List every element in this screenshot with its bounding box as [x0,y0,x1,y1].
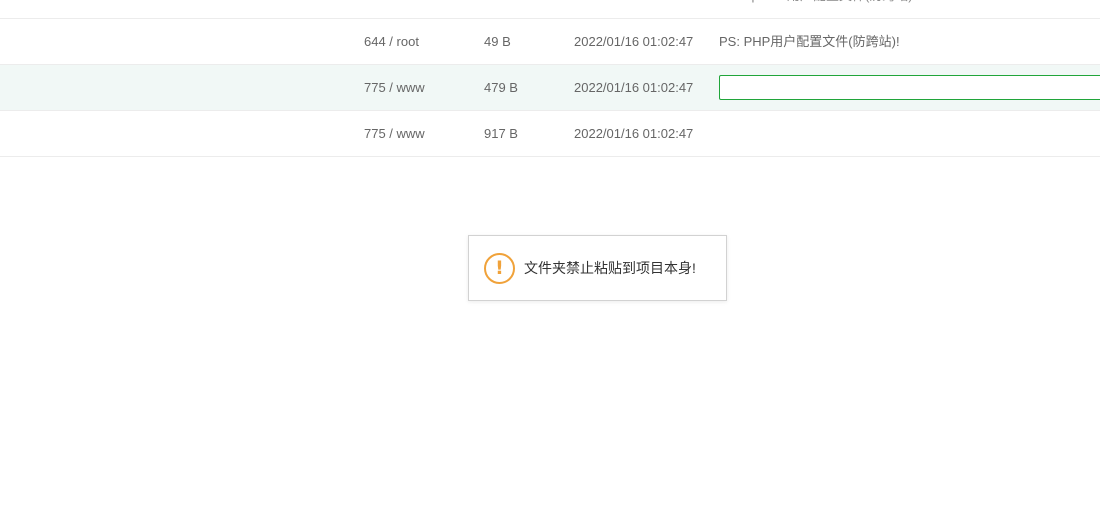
modified-time-cell: 2022/01/16 01:02:47 [574,34,694,49]
note-cell[interactable]: PS: Apache用户配置文件(防跨站) [719,0,913,18]
size-cell: 49 B [484,34,511,49]
table-row[interactable]: 644 / root 49 B 2022/01/16 01:02:47 PS: … [0,19,1100,65]
toast-text: 文件夹禁止粘贴到项目本身! [524,260,696,276]
warning-icon: ! [484,252,515,284]
note-cell[interactable]: PS: PHP用户配置文件(防跨站)! [719,19,900,64]
modified-time-cell: 2022/01/16 01:02:47 [574,80,694,95]
size-cell: 917 B [484,126,518,141]
permission-cell: 644 / root [364,34,419,49]
size-cell: 479 B [484,80,518,95]
permission-cell: 775 / www [364,80,425,95]
note-edit-input[interactable] [719,75,1100,100]
modified-time-cell: 2022/01/16 01:02:47 [574,126,694,141]
table-row[interactable]: 775 / www 917 B 2022/01/16 01:02:47 [0,111,1100,157]
size-cell: 4 B [484,0,504,18]
table-row[interactable]: 775 / www 4 B 2022/01/16 01:02:47 PS: Ap… [0,0,1100,19]
modified-time-cell: 2022/01/16 01:02:47 [574,0,693,18]
table-row-selected[interactable]: 775 / www 479 B 2022/01/16 01:02:47 [0,65,1100,111]
toast-message: ! 文件夹禁止粘贴到项目本身! [468,235,727,301]
file-table: 775 / www 4 B 2022/01/16 01:02:47 PS: Ap… [0,0,1100,157]
permission-cell: 775 / www [364,0,425,18]
permission-cell: 775 / www [364,126,425,141]
